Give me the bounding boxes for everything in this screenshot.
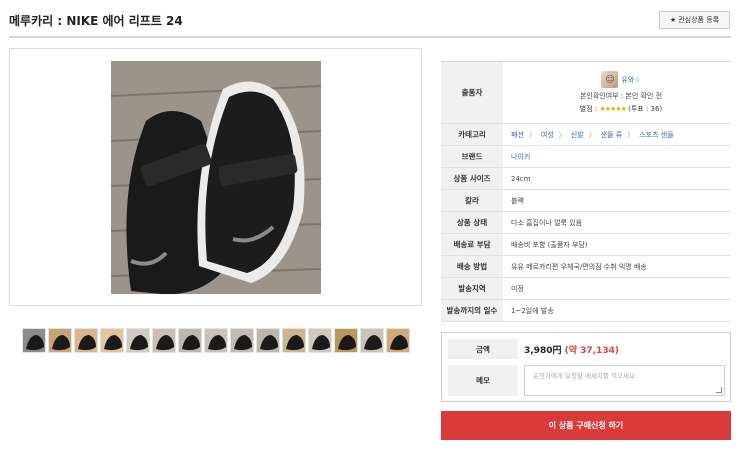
page-title: 메루카리 : NIKE 에어 리프트 24 xyxy=(9,14,183,28)
info-row: 상품 상태 다소 흠집이나 얼룩 있음 xyxy=(441,212,731,234)
breadcrumb-separator-icon: 〉 xyxy=(627,130,635,139)
info-row: 브랜드 나이키 xyxy=(441,146,731,168)
product-thumbnail[interactable] xyxy=(204,328,228,353)
category-link[interactable]: 패션 xyxy=(511,130,524,140)
category-link[interactable]: 여성 xyxy=(541,130,554,140)
info-label: 배송 방법 xyxy=(441,256,503,277)
star-icon: ★ xyxy=(669,16,677,24)
product-thumbnail[interactable] xyxy=(230,328,254,353)
product-thumbnail[interactable] xyxy=(386,328,410,353)
info-row: 발송지역 미정 xyxy=(441,278,731,300)
product-info-table: 출품자 ☺ 유와☆ 본인확인여부 : 본인 확인 전 별점 : ★★★★★ (투… xyxy=(441,61,731,322)
info-label: 배송료 부담 xyxy=(441,234,503,255)
info-label: 상품 사이즈 xyxy=(441,168,503,189)
add-favorite-label: 관심상품 등록 xyxy=(678,16,720,24)
memo-label: 메모 xyxy=(448,365,518,396)
info-label: 발송까지의 일수 xyxy=(441,300,503,321)
order-box: 금액 3,980円 (약 37,134) 메모 운영자에게 요청할 메세지를 적… xyxy=(441,332,731,402)
price-label: 금액 xyxy=(448,339,518,359)
info-label: 발송지역 xyxy=(441,278,503,299)
product-thumbnail[interactable] xyxy=(334,328,358,353)
info-label: 상품 상태 xyxy=(441,212,503,233)
info-value: 유유 메르카리편 우체국/편의점 수취 익명 배송 xyxy=(511,262,647,271)
info-value: 블랙 xyxy=(511,196,524,205)
product-thumbnail[interactable] xyxy=(22,328,46,353)
breadcrumb-separator-icon: 〉 xyxy=(528,130,536,139)
add-favorite-button[interactable]: ★ 관심상품 등록 xyxy=(659,11,730,29)
price-krw: (약 37,134) xyxy=(564,345,619,356)
product-thumbnail[interactable] xyxy=(360,328,384,353)
seller-label: 출품자 xyxy=(441,62,503,123)
product-thumbnail[interactable] xyxy=(308,328,332,353)
breadcrumb-separator-icon: 〉 xyxy=(558,130,566,139)
info-row: 칼라 블랙 xyxy=(441,190,731,212)
info-value[interactable]: 나이키 xyxy=(503,146,731,167)
breadcrumb-separator-icon: 〉 xyxy=(588,130,596,139)
info-value: 미정 xyxy=(511,284,524,293)
seller-row: 출품자 ☺ 유와☆ 본인확인여부 : 본인 확인 전 별점 : ★★★★★ (투… xyxy=(441,62,731,124)
info-row: 배송 방법 유유 메르카리편 우체국/편의점 수취 익명 배송 xyxy=(441,256,731,278)
info-value: 24cm xyxy=(511,174,531,183)
product-thumbnail[interactable] xyxy=(48,328,72,353)
info-value: 배송비 포함 (출품자 부담) xyxy=(511,240,588,249)
seller-name[interactable]: 유와☆ xyxy=(621,75,640,85)
product-thumbnail[interactable] xyxy=(282,328,306,353)
price-value: 3,980円 (약 37,134) xyxy=(524,345,619,356)
seller-rating: 별점 : ★★★★★ (투표 : 36) xyxy=(579,105,663,113)
info-value: 1~2일에 발송 xyxy=(511,306,554,315)
info-value: 다소 흠집이나 얼룩 있음 xyxy=(511,218,583,227)
seller-avatar-icon[interactable]: ☺ xyxy=(601,71,619,88)
info-label: 칼라 xyxy=(441,190,503,211)
buy-request-button[interactable]: 이 상품 구매신청 하기 xyxy=(441,411,731,440)
rating-stars-icon: ★★★★★ xyxy=(599,105,627,113)
product-main-image[interactable] xyxy=(111,61,321,294)
category-row: 카테고리 패션 〉 여성 〉 신발 〉 샌들 류 〉 스포츠 샌들 xyxy=(441,124,731,146)
main-image-frame xyxy=(9,48,422,306)
category-link[interactable]: 스포츠 샌들 xyxy=(639,130,673,140)
info-label: 브랜드 xyxy=(441,146,503,167)
info-row: 배송료 부담 배송비 포함 (출품자 부담) xyxy=(441,234,731,256)
thumbnail-strip xyxy=(22,328,410,353)
title-divider xyxy=(9,36,731,38)
product-thumbnail[interactable] xyxy=(152,328,176,353)
category-link[interactable]: 샌들 류 xyxy=(601,130,623,140)
category-label: 카테고리 xyxy=(441,124,503,145)
product-thumbnail[interactable] xyxy=(100,328,124,353)
category-breadcrumb: 패션 〉 여성 〉 신발 〉 샌들 류 〉 스포츠 샌들 xyxy=(503,124,731,145)
seller-verify-status: 본인확인여부 : 본인 확인 전 xyxy=(579,92,663,100)
product-thumbnail[interactable] xyxy=(74,328,98,353)
product-thumbnail[interactable] xyxy=(178,328,202,353)
product-thumbnail[interactable] xyxy=(126,328,150,353)
memo-input[interactable]: 운영자에게 요청할 메세지를 적으세요. xyxy=(524,364,725,396)
product-thumbnail[interactable] xyxy=(256,328,280,353)
info-row: 발송까지의 일수 1~2일에 발송 xyxy=(441,300,731,322)
info-row: 상품 사이즈 24cm xyxy=(441,168,731,190)
category-link[interactable]: 신발 xyxy=(571,130,584,140)
